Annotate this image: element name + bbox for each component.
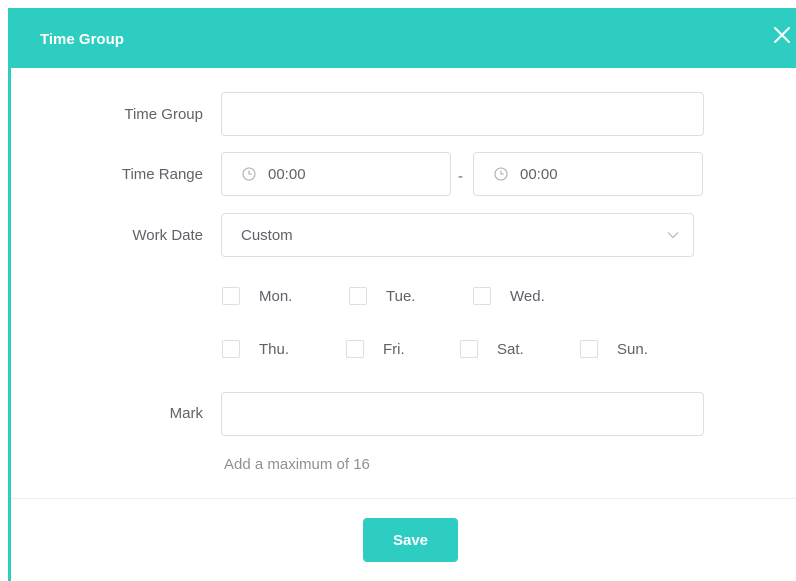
clock-icon [494,167,508,181]
checkbox-label: Sun. [617,340,648,358]
footer-divider [11,498,796,499]
dialog-header: Time Group [8,8,796,68]
checkbox-label: Sat. [497,340,524,358]
work-date-select[interactable]: Custom [221,213,694,257]
start-time-value: 00:00 [268,165,306,183]
dialog-title: Time Group [40,31,124,48]
chevron-down-icon [667,232,679,239]
time-group-label: Time Group [124,106,203,123]
close-icon[interactable] [771,24,793,46]
checkbox-thu[interactable]: Thu. [222,340,289,358]
checkbox-box[interactable] [346,340,364,358]
mark-label: Mark [169,405,203,422]
time-group-input[interactable] [221,92,704,136]
checkbox-label: Mon. [259,287,293,305]
work-date-selected-value: Custom [241,227,293,244]
checkbox-sat[interactable]: Sat. [460,340,524,358]
mark-input[interactable] [221,392,704,436]
save-button[interactable]: Save [363,518,458,562]
clock-icon [242,167,256,181]
checkbox-box[interactable] [349,287,367,305]
checkbox-box[interactable] [460,340,478,358]
checkbox-mon[interactable]: Mon. [222,287,292,305]
time-range-separator: - [458,168,463,185]
checkbox-label: Thu. [259,340,290,358]
checkbox-wed[interactable]: Wed. [473,287,545,305]
end-time-value: 00:00 [520,165,558,183]
start-time-input[interactable]: 00:00 [221,152,451,196]
end-time-input[interactable]: 00:00 [473,152,703,196]
checkbox-label: Wed. [510,287,545,305]
checkbox-box[interactable] [222,340,240,358]
checkbox-sun[interactable]: Sun. [580,340,648,358]
checkbox-box[interactable] [222,287,240,305]
work-date-label: Work Date [132,227,203,244]
mark-hint: Add a maximum of 16 [224,456,370,473]
time-group-dialog: Time Group Time Group Time Range 00:00 -… [8,8,796,581]
checkbox-label: Fri. [383,340,405,358]
time-range-label: Time Range [121,166,203,183]
checkbox-box[interactable] [473,287,491,305]
checkbox-fri[interactable]: Fri. [346,340,405,358]
checkbox-box[interactable] [580,340,598,358]
checkbox-label: Tue. [386,287,416,305]
checkbox-tue[interactable]: Tue. [349,287,415,305]
